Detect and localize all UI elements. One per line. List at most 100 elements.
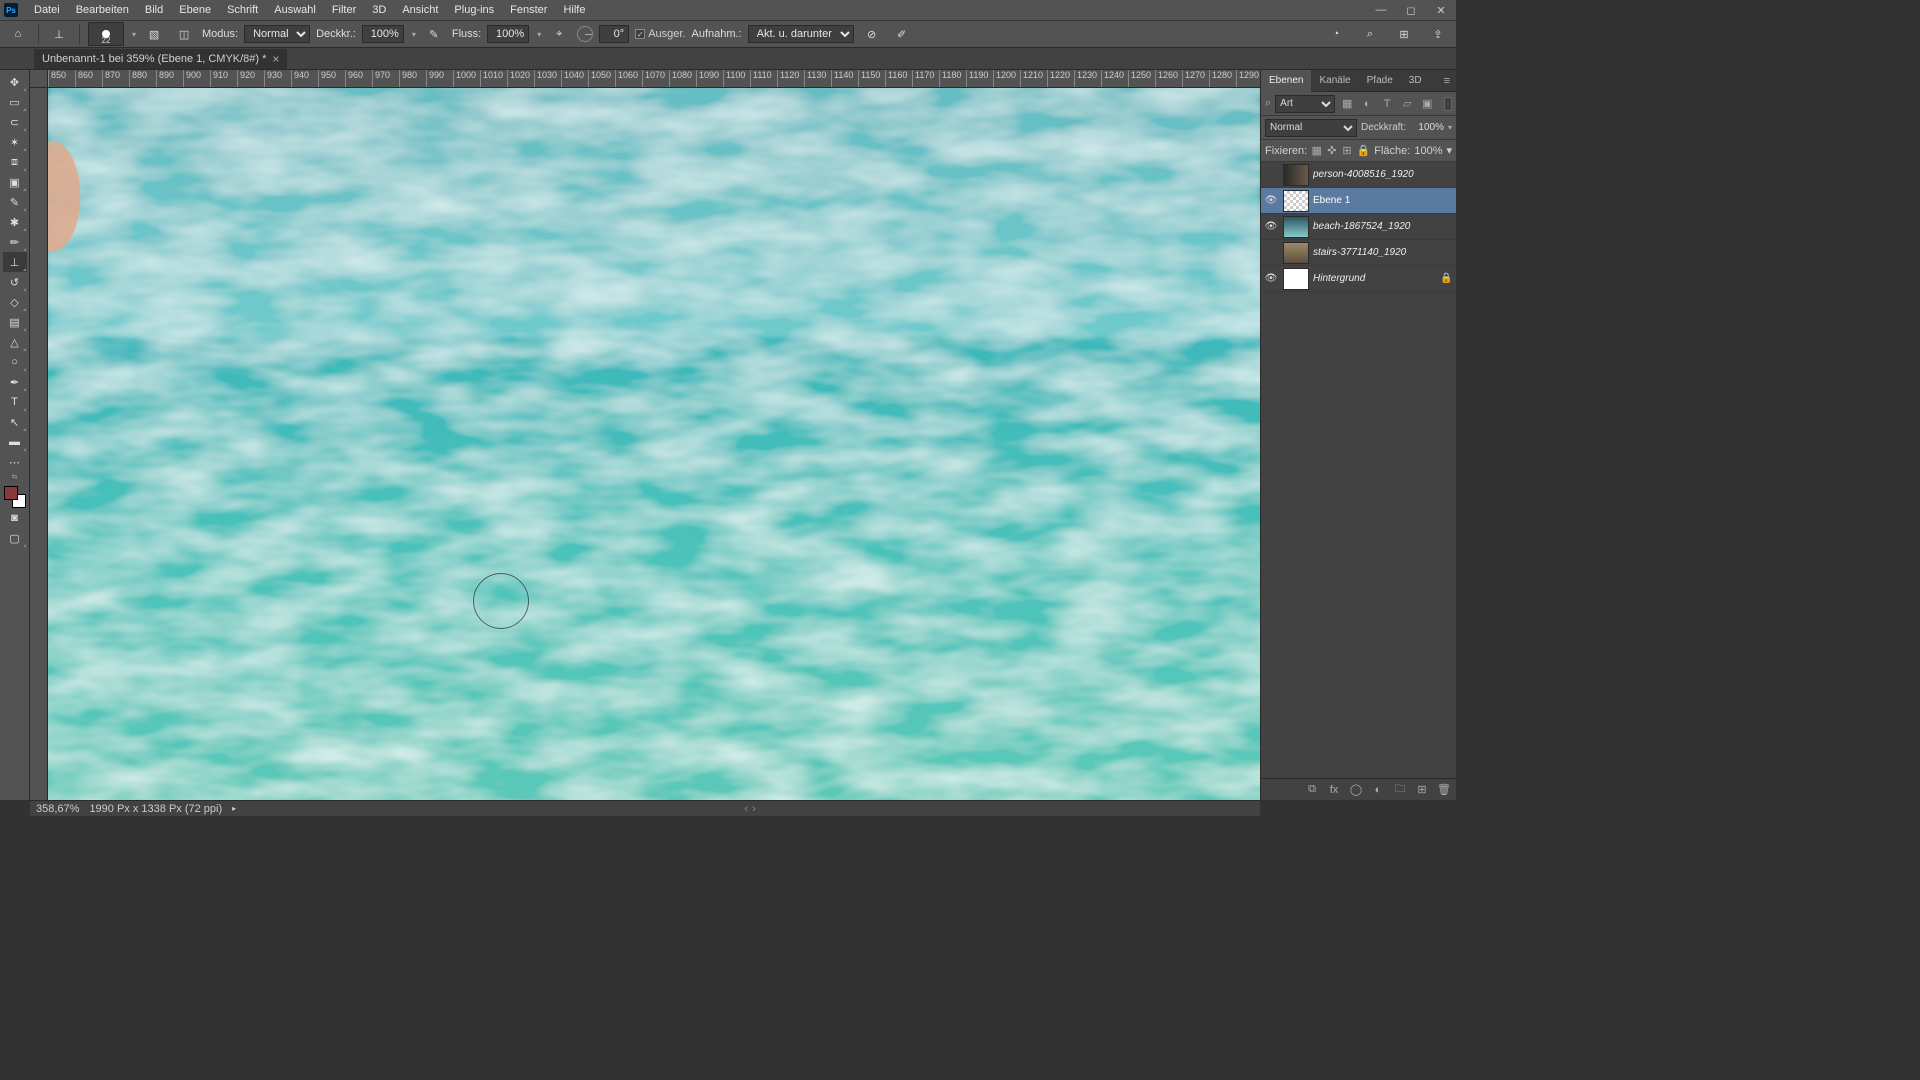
layer-row[interactable]: person-4008516_1920 (1261, 162, 1456, 188)
close-tab-icon[interactable]: × (272, 52, 279, 66)
layer-mask-icon[interactable]: ◯ (1348, 782, 1364, 798)
gradient-tool[interactable]: ▤ (3, 312, 27, 332)
layer-thumbnail[interactable] (1283, 190, 1309, 212)
dodge-tool[interactable]: ○ (3, 352, 27, 372)
blend-mode-select[interactable]: Normal (244, 25, 310, 43)
clone-stamp-tool[interactable]: ⊥ (3, 252, 27, 272)
layer-blend-select[interactable]: Normal (1265, 119, 1357, 137)
menu-plugins[interactable]: Plug-ins (446, 2, 502, 18)
adjustment-layer-icon[interactable]: ◐ (1370, 782, 1386, 798)
current-tool-icon[interactable]: ⊥ (47, 24, 71, 44)
pressure-opacity-icon[interactable]: ✎ (422, 24, 446, 44)
menu-3d[interactable]: 3D (364, 2, 394, 18)
menu-bearbeiten[interactable]: Bearbeiten (68, 2, 137, 18)
brush-angle-wheel[interactable] (577, 26, 593, 42)
eyedropper-tool[interactable]: ✎ (3, 192, 27, 212)
lock-pixels-icon[interactable]: ▦ (1311, 144, 1322, 158)
filter-toggle[interactable] (1444, 97, 1452, 111)
screen-mode-icon[interactable]: ▢ (3, 528, 27, 548)
layer-visibility-icon[interactable]: 👁 (1263, 195, 1279, 206)
zoom-readout[interactable]: 358,67% (36, 803, 79, 815)
swap-colors-icon[interactable]: ⇆ (5, 472, 25, 482)
search-icon[interactable]: ⌕ (1358, 24, 1382, 44)
horizontal-ruler[interactable]: 8508608708808909009109209309409509609709… (48, 70, 1260, 88)
layer-visibility-icon[interactable]: 👁 (1263, 273, 1279, 284)
new-layer-icon[interactable]: ⊞ (1414, 782, 1430, 798)
layer-thumbnail[interactable] (1283, 242, 1309, 264)
layer-thumbnail[interactable] (1283, 164, 1309, 186)
quick-select-tool[interactable]: ✶ (3, 132, 27, 152)
panel-menu-icon[interactable]: ≡ (1438, 75, 1456, 87)
blur-tool[interactable]: △ (3, 332, 27, 352)
home-icon[interactable]: ⌂ (6, 24, 30, 44)
filter-type-icon[interactable]: T (1379, 96, 1395, 112)
window-maximize-button[interactable]: ◻ (1396, 0, 1426, 20)
lock-all-icon[interactable]: 🔒 (1357, 144, 1371, 158)
menu-hilfe[interactable]: Hilfe (555, 2, 593, 18)
window-close-button[interactable]: ✕ (1426, 0, 1456, 20)
brush-settings-icon[interactable]: ▧ (142, 24, 166, 44)
marquee-tool[interactable]: ▭ (3, 92, 27, 112)
document-tab[interactable]: Unbenannt-1 bei 359% (Ebene 1, CMYK/8#) … (34, 49, 287, 69)
type-tool[interactable]: T (3, 392, 27, 412)
layer-row[interactable]: stairs-3771140_1920 (1261, 240, 1456, 266)
layer-style-icon[interactable]: fx (1326, 782, 1342, 798)
lock-position-icon[interactable]: ✜ (1326, 144, 1337, 158)
move-tool[interactable]: ✥ (3, 72, 27, 92)
delete-layer-icon[interactable]: 🗑 (1436, 782, 1452, 798)
airbrush-icon[interactable]: ⌖ (547, 24, 571, 44)
crop-tool[interactable]: ⧈ (3, 152, 27, 172)
filter-pixel-icon[interactable]: ▦ (1339, 96, 1355, 112)
document-canvas[interactable] (48, 88, 1260, 800)
layer-row[interactable]: 👁 Ebene 1 (1261, 188, 1456, 214)
layer-row[interactable]: 👁Hintergrund🔒 (1261, 266, 1456, 292)
tab-pfade[interactable]: Pfade (1359, 70, 1401, 92)
angle-value[interactable]: 0° (599, 25, 629, 43)
sample-select[interactable]: Akt. u. darunter (748, 25, 854, 43)
menu-fenster[interactable]: Fenster (502, 2, 555, 18)
healing-tool[interactable]: ✱ (3, 212, 27, 232)
layer-fill-value[interactable]: 100% (1414, 145, 1442, 157)
menu-datei[interactable]: Datei (26, 2, 68, 18)
brush-tool[interactable]: ✏ (3, 232, 27, 252)
layer-filter-select[interactable]: Art (1275, 95, 1335, 113)
ruler-origin[interactable] (30, 70, 48, 88)
layer-name[interactable]: stairs-3771140_1920 (1313, 247, 1454, 258)
doc-info-readout[interactable]: 1990 Px x 1338 Px (72 ppi) (89, 803, 222, 815)
vertical-ruler[interactable] (30, 88, 48, 800)
menu-ebene[interactable]: Ebene (171, 2, 219, 18)
workspace-icon[interactable]: ⊞ (1392, 24, 1416, 44)
aligned-checkbox[interactable]: ✓Ausger. (635, 28, 685, 40)
tab-kanaele[interactable]: Kanäle (1311, 70, 1358, 92)
layer-group-icon[interactable]: 🗀 (1392, 782, 1408, 798)
layer-name[interactable]: person-4008516_1920 (1313, 169, 1454, 180)
brush-panel-icon[interactable]: ◫ (172, 24, 196, 44)
horizontal-scrollbar[interactable]: ‹› (246, 803, 1254, 815)
filter-smart-icon[interactable]: ▣ (1419, 96, 1435, 112)
layer-thumbnail[interactable] (1283, 216, 1309, 238)
menu-auswahl[interactable]: Auswahl (266, 2, 324, 18)
pressure-size-icon[interactable]: ✐ (890, 24, 914, 44)
more-tools[interactable]: ⋯ (3, 452, 27, 472)
lock-artboard-icon[interactable]: ⊞ (1341, 144, 1352, 158)
quick-mask-icon[interactable]: ◙ (3, 508, 27, 528)
tab-ebenen[interactable]: Ebenen (1261, 70, 1311, 92)
layer-name[interactable]: Ebene 1 (1313, 195, 1454, 206)
menu-ansicht[interactable]: Ansicht (394, 2, 446, 18)
share-icon[interactable]: ⇪ (1426, 24, 1450, 44)
brush-preset-picker[interactable]: 22 (88, 22, 124, 46)
cloud-docs-icon[interactable]: ◔ (1324, 24, 1348, 44)
path-select-tool[interactable]: ↖ (3, 412, 27, 432)
rectangle-tool[interactable]: ▬ (3, 432, 27, 452)
lasso-tool[interactable]: ⊂ (3, 112, 27, 132)
flow-value[interactable]: 100% (487, 25, 529, 43)
menu-filter[interactable]: Filter (324, 2, 364, 18)
layer-name[interactable]: Hintergrund (1313, 273, 1436, 284)
layer-opacity-value[interactable]: 100% (1410, 122, 1444, 133)
opacity-value[interactable]: 100% (362, 25, 404, 43)
menu-bild[interactable]: Bild (137, 2, 171, 18)
filter-shape-icon[interactable]: ▱ (1399, 96, 1415, 112)
tab-3d[interactable]: 3D (1401, 70, 1430, 92)
frame-tool[interactable]: ▣ (3, 172, 27, 192)
filter-adjust-icon[interactable]: ◐ (1359, 96, 1375, 112)
